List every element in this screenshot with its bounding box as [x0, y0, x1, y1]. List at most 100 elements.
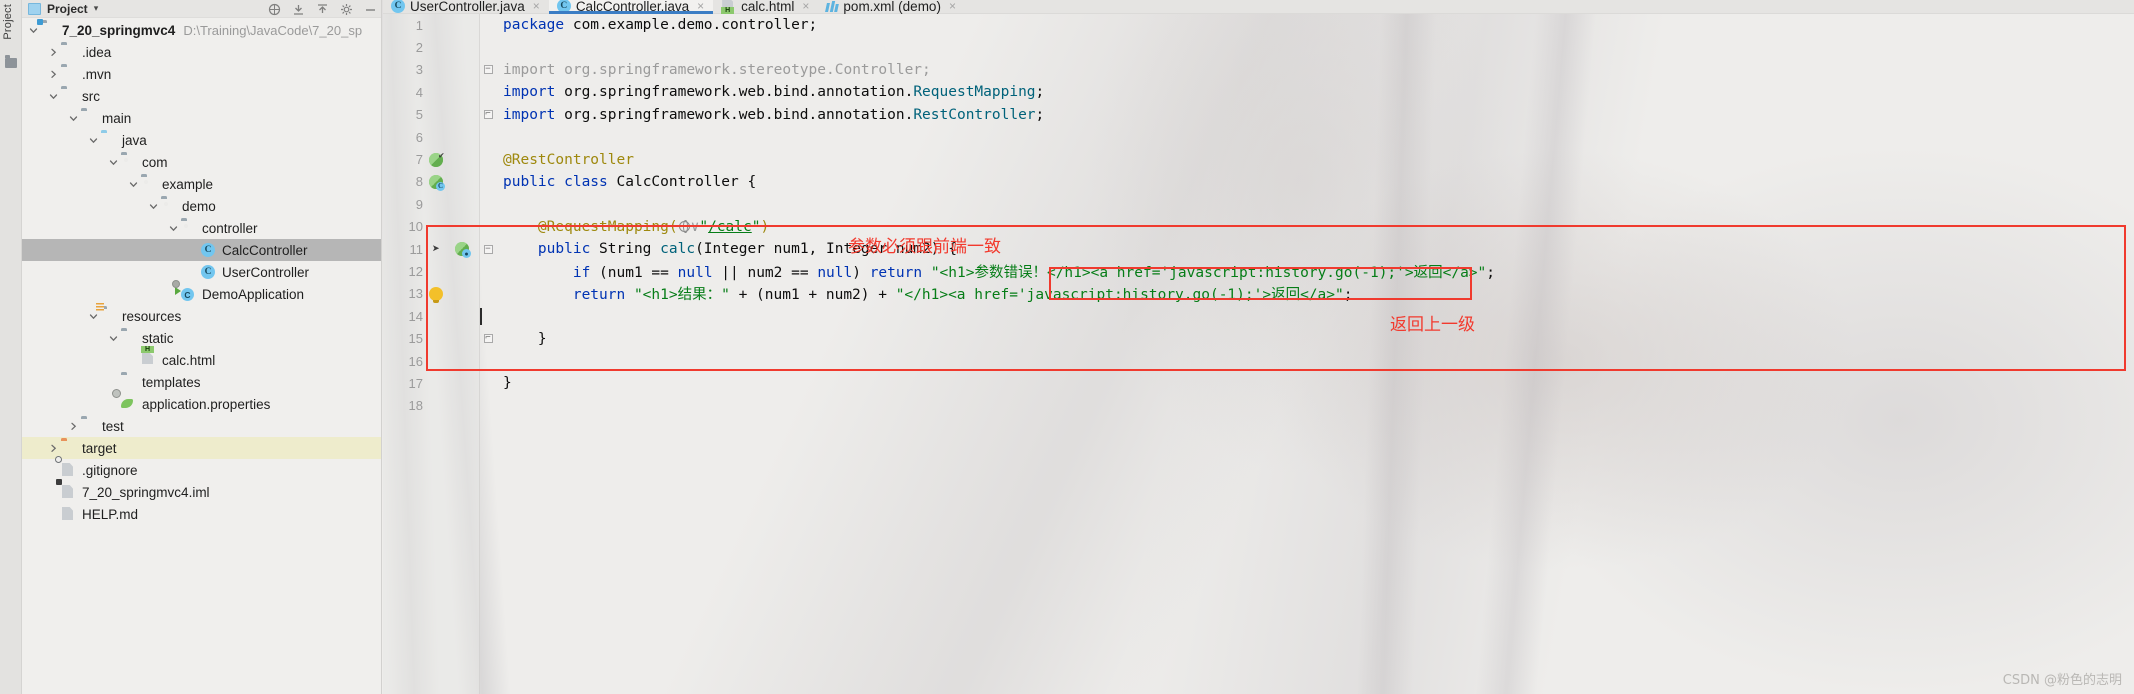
java-class-icon: C — [201, 265, 217, 279]
close-icon[interactable]: × — [533, 0, 540, 13]
tree-item-main[interactable]: main — [22, 107, 381, 129]
tree-item-label: application.properties — [142, 396, 271, 412]
code-line[interactable]: 14 — [383, 305, 2134, 327]
package-folder-icon — [121, 155, 137, 169]
editor-tab-pom-xml-demo[interactable]: pom.xml (demo) × — [818, 0, 965, 14]
code-line[interactable]: 2 — [383, 36, 2134, 58]
tree-item-usercontroller[interactable]: C UserController — [22, 261, 381, 283]
code-line[interactable]: 1 package com.example.demo.controller; — [383, 14, 2134, 36]
tree-item-idea[interactable]: .idea — [22, 41, 381, 63]
expand-all-icon[interactable] — [316, 3, 329, 16]
java-class-icon: C — [201, 243, 217, 257]
editor-tab-usercontroller-java[interactable]: C UserController.java × — [383, 0, 549, 14]
chevron-right-icon[interactable] — [48, 443, 59, 454]
tree-item-src[interactable]: src — [22, 85, 381, 107]
chevron-right-icon[interactable] — [68, 421, 79, 432]
code-line[interactable]: 7 ✔ @RestController — [383, 148, 2134, 170]
annotation-params-note: 参数必须跟前端一致 — [848, 237, 1001, 257]
tool-window-button-project[interactable]: Project — [2, 4, 14, 40]
chevron-right-icon[interactable] — [48, 69, 59, 80]
chevron-right-icon[interactable] — [48, 47, 59, 58]
chevron-down-icon[interactable] — [48, 91, 59, 102]
tree-item-controller[interactable]: controller — [22, 217, 381, 239]
code-line[interactable]: 16 — [383, 350, 2134, 372]
tree-item-example[interactable]: example — [22, 173, 381, 195]
code-line[interactable]: 13 return "<h1>结果：" + (num1 + num2) + "<… — [383, 283, 2134, 305]
code-lines[interactable]: 1 package com.example.demo.controller; 2 3 −… — [383, 14, 2134, 694]
code-line[interactable]: 18 — [383, 395, 2134, 417]
tree-item-7-20-springmvc4[interactable]: 7_20_springmvc4 D:\Training\JavaCode\7_20… — [22, 19, 381, 41]
tree-item-calccontroller[interactable]: C CalcController — [22, 239, 381, 261]
code-editor[interactable]: 1 package com.example.demo.controller; 2 3 −… — [383, 14, 2134, 694]
code-line[interactable]: 17} — [383, 372, 2134, 394]
code-token: + (num1 + num2) + — [738, 287, 896, 304]
tree-item-gitignore[interactable]: .gitignore — [22, 456, 381, 481]
tree-item-calc-html[interactable]: Hcalc.html — [22, 346, 381, 371]
chevron-down-icon[interactable] — [28, 25, 39, 36]
chevron-down-icon[interactable] — [148, 201, 159, 212]
tree-item-demo[interactable]: demo — [22, 195, 381, 217]
code-text: import org.springframework.stereotype.Co… — [501, 62, 2134, 78]
fold-end-icon[interactable]: ⌐ — [475, 334, 501, 344]
code-line[interactable]: 11 ➤ ● − public String calc(Integer num1, I… — [383, 238, 2134, 260]
intention-bulb-icon[interactable] — [423, 286, 449, 303]
tree-item-test[interactable]: test — [22, 415, 381, 437]
code-line[interactable]: 12 if (num1 == null || num2 == null) ret… — [383, 260, 2134, 282]
hide-window-icon[interactable] — [364, 3, 377, 16]
chevron-down-icon[interactable] — [128, 179, 139, 190]
locate-icon[interactable] — [268, 3, 281, 16]
run-endpoint-icon[interactable]: ➤ — [423, 243, 449, 256]
code-text: } — [501, 331, 2134, 347]
line-number: 1 — [415, 17, 423, 33]
chevron-down-icon[interactable] — [108, 333, 119, 344]
spring-bean-class-icon[interactable]: C — [423, 174, 449, 191]
code-line[interactable]: 6 — [383, 126, 2134, 148]
tree-item-com[interactable]: com — [22, 151, 381, 173]
fold-collapse-icon[interactable]: − — [475, 244, 501, 254]
editor-tab-calc-html[interactable]: Hcalc.html × — [713, 0, 819, 14]
code-line[interactable]: 15 ⌐ } — [383, 327, 2134, 349]
gear-icon[interactable] — [340, 3, 353, 16]
code-token: public — [503, 173, 565, 190]
chevron-down-icon[interactable] — [108, 157, 119, 168]
chevron-down-icon[interactable] — [88, 311, 99, 322]
tree-item-target[interactable]: target — [22, 437, 381, 459]
tree-item-mvn[interactable]: .mvn — [22, 63, 381, 85]
code-token: ; — [1035, 106, 1045, 123]
code-line[interactable]: 4 import org.springframework.web.bind.ann… — [383, 81, 2134, 103]
collapse-all-icon[interactable] — [292, 3, 305, 16]
html-file-icon: H — [141, 346, 157, 367]
tree-item-help-md[interactable]: HELP.md — [22, 503, 381, 525]
editor-tab-bar[interactable]: C UserController.java × C CalcController.jav… — [383, 0, 2134, 14]
chevron-down-icon[interactable] — [88, 135, 99, 146]
code-line[interactable]: 5 ⌐ import org.springframework.web.bind.an… — [383, 104, 2134, 126]
code-token: String — [599, 241, 661, 258]
project-file-tree[interactable]: 7_20_springmvc4 D:\Training\JavaCode\7_20… — [22, 19, 381, 694]
code-token: ; — [1343, 287, 1353, 304]
code-line[interactable]: 10 @RequestMapping(∨"/calc") — [383, 216, 2134, 238]
fold-collapse-icon[interactable]: − — [475, 65, 501, 75]
tree-item-resources[interactable]: resources — [22, 303, 381, 327]
tree-item-label: com — [142, 154, 168, 170]
code-line[interactable]: 3 − import org.springframework.stereotype.… — [383, 59, 2134, 81]
spring-bean-icon[interactable]: ✔ — [423, 151, 449, 167]
close-icon[interactable]: × — [949, 0, 956, 13]
chevron-down-icon[interactable] — [168, 223, 179, 234]
tree-item-application-properties[interactable]: application.properties — [22, 389, 381, 415]
chevron-down-icon[interactable]: ▾ — [94, 3, 99, 14]
code-token: /calc — [708, 218, 752, 235]
tree-item-7-20-springmvc4-iml[interactable]: 7_20_springmvc4.iml — [22, 479, 381, 503]
tree-item-demoapplication[interactable]: C DemoApplication — [22, 280, 381, 305]
structure-icon[interactable] — [5, 55, 17, 68]
code-line[interactable]: 8 Cpublic class CalcController { — [383, 171, 2134, 193]
tree-item-templates[interactable]: templates — [22, 371, 381, 393]
editor-tab-calccontroller-java[interactable]: C CalcController.java × — [548, 0, 714, 14]
tree-item-java[interactable]: java — [22, 129, 381, 151]
close-icon[interactable]: × — [802, 0, 809, 13]
line-number: 14 — [408, 308, 423, 324]
close-icon[interactable]: × — [697, 0, 704, 13]
code-line[interactable]: 9 — [383, 193, 2134, 215]
fold-end-icon[interactable]: ⌐ — [475, 110, 501, 120]
tree-item-static[interactable]: static — [22, 327, 381, 349]
chevron-down-icon[interactable] — [68, 113, 79, 124]
